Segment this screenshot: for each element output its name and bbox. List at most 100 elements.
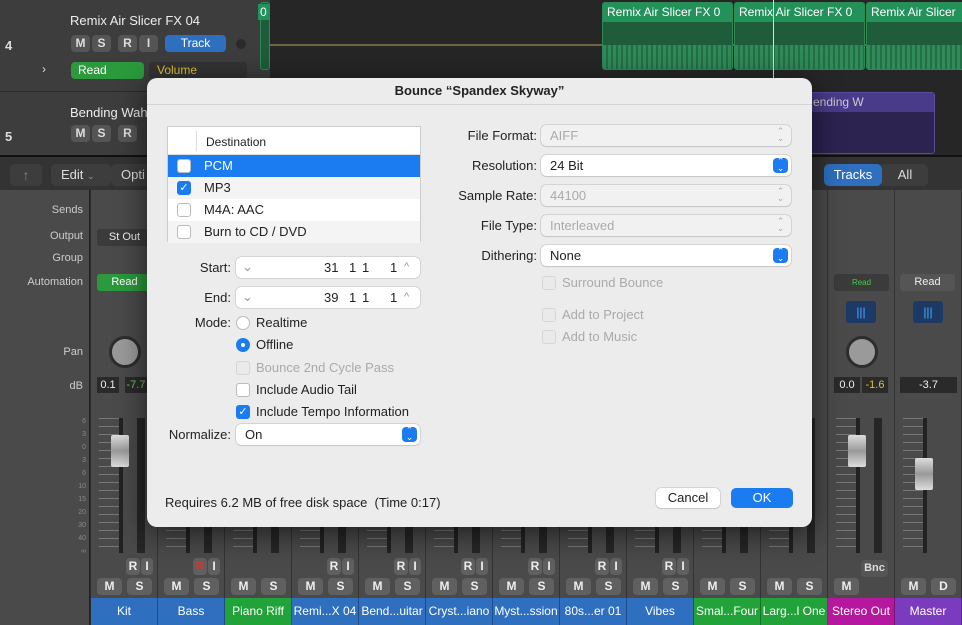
solo-button[interactable]: S — [261, 578, 286, 595]
channel-name[interactable]: Cryst...iano — [426, 598, 493, 625]
edit-menu[interactable]: Edit ⌄ — [51, 164, 111, 186]
record-dot-icon[interactable] — [236, 39, 246, 49]
automation-param-select[interactable]: Volume — [149, 62, 247, 79]
channel-name[interactable]: Piano Riff — [225, 598, 292, 625]
record-button[interactable]: R — [118, 125, 137, 142]
volume-readout[interactable]: -3.7 — [900, 377, 957, 393]
audio-region[interactable]: Remix Air Slicer — [866, 2, 962, 70]
end-division[interactable]: 1 — [362, 287, 369, 308]
record-enable-button[interactable]: R — [327, 558, 341, 575]
mute-button[interactable]: M — [767, 578, 792, 595]
mute-button[interactable]: M — [432, 578, 457, 595]
chevron-up-icon[interactable]: ^ — [404, 257, 409, 278]
mute-button[interactable]: M — [298, 578, 323, 595]
solo-button[interactable]: S — [92, 125, 111, 142]
solo-button[interactable]: S — [529, 578, 554, 595]
offline-radio[interactable] — [236, 338, 250, 352]
chevron-up-icon[interactable]: ^ — [404, 287, 409, 308]
include-tempo-checkbox[interactable]: ✓ — [236, 405, 250, 419]
file-type-select[interactable]: Interleaved ⌃ ⌄ — [541, 215, 791, 236]
channel-name[interactable]: Larg...l One — [761, 598, 828, 625]
automation-slot[interactable]: Read — [900, 274, 955, 291]
input-monitor-button[interactable]: I — [677, 558, 689, 575]
dithering-select[interactable]: None ⌃ ⌄ — [541, 245, 791, 266]
start-division[interactable]: 1 — [362, 257, 369, 278]
mute-button[interactable]: M — [700, 578, 725, 595]
bounce-button[interactable]: Bnc — [861, 560, 888, 577]
solo-button[interactable]: S — [730, 578, 755, 595]
resolution-select[interactable]: 24 Bit ⌃ ⌄ — [541, 155, 791, 176]
mute-button[interactable]: M — [365, 578, 390, 595]
add-to-project-checkbox[interactable] — [542, 308, 556, 322]
channel-name[interactable]: Master — [895, 598, 962, 625]
start-beat[interactable]: 1 — [349, 257, 356, 278]
input-monitor-button[interactable]: I — [610, 558, 622, 575]
mute-button[interactable]: M — [901, 578, 926, 595]
channel-name[interactable]: Bass — [158, 598, 225, 625]
end-tick[interactable]: 1 — [390, 287, 397, 308]
file-format-select[interactable]: AIFF ⌃ ⌄ — [541, 125, 791, 146]
start-bar[interactable]: 31 — [324, 257, 338, 278]
all-button[interactable]: All — [882, 164, 928, 186]
mute-button[interactable]: M — [71, 35, 90, 52]
input-monitor-button[interactable]: I — [139, 35, 158, 52]
record-enable-button[interactable]: R — [193, 558, 207, 575]
record-enable-button[interactable]: R — [394, 558, 408, 575]
solo-button[interactable]: S — [797, 578, 822, 595]
cancel-button[interactable]: Cancel — [656, 488, 720, 508]
waveform-icon[interactable]: ||| — [913, 301, 943, 323]
audio-region[interactable]: Remix Air Slicer FX 0 — [734, 2, 865, 70]
input-monitor-button[interactable]: I — [543, 558, 555, 575]
record-button[interactable]: R — [118, 35, 137, 52]
channel-name[interactable]: 80s...er 01 — [560, 598, 627, 625]
solo-button[interactable]: S — [462, 578, 487, 595]
channel-name[interactable]: Bend...uitar — [359, 598, 426, 625]
mute-button[interactable]: M — [97, 578, 122, 595]
destination-row[interactable]: M4A: AAC — [168, 199, 420, 221]
solo-button[interactable]: S — [328, 578, 353, 595]
mute-button[interactable]: M — [566, 578, 591, 595]
dim-button[interactable]: D — [931, 578, 956, 595]
record-enable-button[interactable]: R — [528, 558, 542, 575]
channel-name[interactable]: Remi...X 04 — [292, 598, 359, 625]
input-monitor-button[interactable]: I — [476, 558, 488, 575]
tracks-button[interactable]: Tracks — [824, 164, 882, 186]
channel-name[interactable]: Smal...Four — [694, 598, 761, 625]
solo-button[interactable]: S — [92, 35, 111, 52]
channel-name[interactable]: Vibes — [627, 598, 694, 625]
destination-row[interactable]: ✓ MP3 — [168, 177, 420, 199]
playhead[interactable] — [773, 0, 774, 78]
pan-knob[interactable] — [109, 336, 141, 368]
pan-knob[interactable] — [846, 336, 878, 368]
volume-fader[interactable] — [111, 435, 129, 467]
record-enable-button[interactable]: R — [595, 558, 609, 575]
end-bar[interactable]: 39 — [324, 287, 338, 308]
mute-button[interactable]: M — [164, 578, 189, 595]
input-monitor-button[interactable]: I — [409, 558, 421, 575]
waveform-icon[interactable]: ||| — [846, 301, 876, 323]
volume-readout[interactable]: 0.0 — [834, 377, 860, 393]
sample-rate-select[interactable]: 44100 ⌃ ⌄ — [541, 185, 791, 206]
output-slot[interactable]: St Out — [97, 229, 152, 246]
chevron-down-icon[interactable]: ⌄ — [242, 256, 253, 277]
include-audio-tail-checkbox[interactable] — [236, 383, 250, 397]
add-to-music-checkbox[interactable] — [542, 330, 556, 344]
chevron-down-icon[interactable]: ⌄ — [242, 286, 253, 307]
input-monitor-button[interactable]: I — [208, 558, 220, 575]
start-tick[interactable]: 1 — [390, 257, 397, 278]
volume-fader[interactable] — [915, 458, 933, 490]
destination-checkbox[interactable]: ✓ — [177, 181, 191, 195]
solo-button[interactable]: S — [127, 578, 152, 595]
volume-readout[interactable]: 0.1 — [97, 377, 119, 393]
mute-button[interactable]: M — [499, 578, 524, 595]
destination-checkbox[interactable] — [177, 225, 191, 239]
channel-name[interactable]: Myst...ssion — [493, 598, 560, 625]
mute-button[interactable]: M — [71, 125, 90, 142]
channel-name[interactable]: Kit — [91, 598, 158, 625]
automation-slot[interactable]: Read — [834, 274, 889, 291]
solo-button[interactable]: S — [596, 578, 621, 595]
track-button[interactable]: Track — [165, 35, 226, 52]
destination-checkbox[interactable] — [177, 159, 191, 173]
end-stepper[interactable]: ⌄ 39 1 1 1 ^ — [236, 287, 420, 308]
surround-bounce-checkbox[interactable] — [542, 276, 556, 290]
